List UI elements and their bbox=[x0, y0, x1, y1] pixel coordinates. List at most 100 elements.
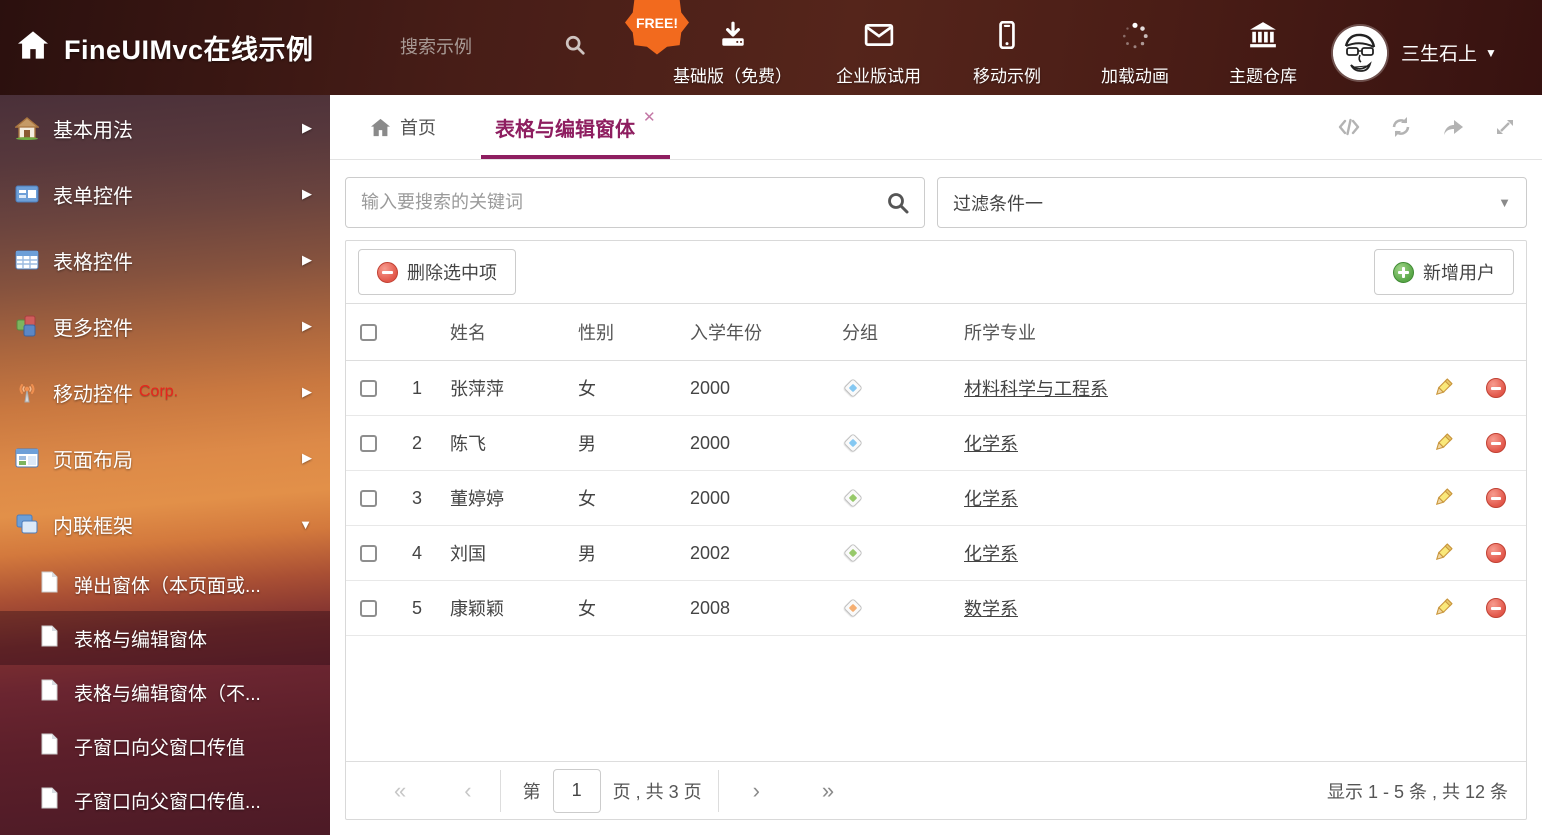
refresh-icon[interactable] bbox=[1388, 114, 1414, 140]
cell-gender: 男 bbox=[568, 540, 680, 566]
major-link[interactable]: 材料科学与工程系 bbox=[964, 379, 1108, 399]
delete-row-button[interactable] bbox=[1466, 488, 1526, 508]
cell-name: 张萍萍 bbox=[440, 375, 568, 401]
row-checkbox[interactable] bbox=[360, 380, 377, 397]
row-checkbox[interactable] bbox=[360, 490, 377, 507]
code-icon[interactable] bbox=[1336, 114, 1362, 140]
row-checkbox[interactable] bbox=[360, 435, 377, 452]
minus-circle-icon bbox=[1486, 433, 1506, 453]
edit-button[interactable] bbox=[1420, 597, 1466, 619]
sidebar-subitem-grid-edit-window[interactable]: 表格与编辑窗体 bbox=[0, 611, 330, 665]
page-word-suffix: 页 , 共 3 页 bbox=[613, 778, 702, 804]
cell-gender: 女 bbox=[568, 485, 680, 511]
nav-item-enterprise-trial[interactable]: 企业版试用 bbox=[836, 9, 921, 87]
home-icon[interactable] bbox=[16, 30, 50, 65]
grid-header-row: 姓名 性别 入学年份 分组 所学专业 bbox=[346, 304, 1526, 361]
sidebar-item-label: 内联框架 bbox=[53, 510, 133, 539]
nav-label: 基础版（免费） bbox=[673, 62, 792, 87]
tab-home[interactable]: 首页 bbox=[360, 95, 446, 159]
header-search-input[interactable] bbox=[400, 37, 550, 58]
edit-button[interactable] bbox=[1420, 542, 1466, 564]
plus-circle-icon bbox=[1393, 262, 1414, 283]
edit-button[interactable] bbox=[1420, 377, 1466, 399]
sidebar-item-page-layout[interactable]: 页面布局 ▶ bbox=[0, 425, 330, 491]
user-menu[interactable]: 三生石上 ▼ bbox=[1333, 16, 1497, 80]
add-user-button[interactable]: 新增用户 bbox=[1374, 249, 1514, 295]
next-page-button[interactable]: › bbox=[747, 778, 766, 804]
sidebar-subitem-child-to-parent[interactable]: 子窗口向父窗口传值 bbox=[0, 719, 330, 773]
filter-dropdown[interactable]: 过滤条件一 ▼ bbox=[937, 177, 1527, 228]
cell-year: 2000 bbox=[680, 378, 832, 399]
tag-icon bbox=[843, 488, 863, 508]
delete-row-button[interactable] bbox=[1466, 598, 1526, 618]
page-icon bbox=[40, 679, 59, 706]
nav-label: 企业版试用 bbox=[836, 62, 921, 87]
share-icon[interactable] bbox=[1440, 114, 1466, 140]
sidebar-subitem-child-to-parent-alt[interactable]: 子窗口向父窗口传值... bbox=[0, 773, 330, 827]
tab-actions bbox=[1336, 95, 1542, 159]
tab-grid-edit-window[interactable]: 表格与编辑窗体 ✕ bbox=[481, 95, 670, 159]
sidebar: 基本用法 ▶ 表单控件 ▶ 表格控件 ▶ 更多控件 ▶ bbox=[0, 95, 330, 835]
table-row: 2 陈飞 男 2000 化学系 bbox=[346, 416, 1526, 471]
delete-row-button[interactable] bbox=[1466, 433, 1526, 453]
sidebar-item-label: 表单控件 bbox=[53, 180, 133, 209]
search-icon[interactable] bbox=[886, 191, 910, 220]
nav-item-loading-animations[interactable]: 加载动画 bbox=[1093, 9, 1177, 87]
sidebar-item-mobile-controls[interactable]: 移动控件 Corp. ▶ bbox=[0, 359, 330, 425]
form-icon bbox=[15, 182, 39, 206]
table-row: 5 康颖颖 女 2008 数学系 bbox=[346, 581, 1526, 636]
expand-icon[interactable] bbox=[1492, 114, 1518, 140]
sidebar-item-inline-frame[interactable]: 内联框架 ▼ bbox=[0, 491, 330, 557]
cell-gender: 女 bbox=[568, 595, 680, 621]
row-checkbox[interactable] bbox=[360, 545, 377, 562]
nav-item-mobile-demo[interactable]: 移动示例 bbox=[965, 9, 1049, 87]
sidebar-item-basic-usage[interactable]: 基本用法 ▶ bbox=[0, 95, 330, 161]
sidebar-item-grid-controls[interactable]: 表格控件 ▶ bbox=[0, 227, 330, 293]
major-link[interactable]: 数学系 bbox=[964, 599, 1018, 619]
main-content: 首页 表格与编辑窗体 ✕ bbox=[330, 95, 1542, 835]
cell-name: 康颖颖 bbox=[440, 595, 568, 621]
edit-button[interactable] bbox=[1420, 487, 1466, 509]
select-all-checkbox[interactable] bbox=[360, 324, 377, 341]
page-number-input[interactable] bbox=[553, 769, 601, 813]
nav-label: 移动示例 bbox=[973, 62, 1041, 87]
tab-active-label: 表格与编辑窗体 bbox=[495, 113, 635, 142]
col-group: 分组 bbox=[832, 319, 954, 345]
sidebar-item-more-controls[interactable]: 更多控件 ▶ bbox=[0, 293, 330, 359]
prev-page-button[interactable]: ‹ bbox=[458, 778, 477, 804]
minus-circle-icon bbox=[377, 262, 398, 283]
sidebar-item-form-controls[interactable]: 表单控件 ▶ bbox=[0, 161, 330, 227]
last-page-button[interactable]: » bbox=[816, 778, 840, 804]
table-row: 4 刘国 男 2002 化学系 bbox=[346, 526, 1526, 581]
row-checkbox[interactable] bbox=[360, 600, 377, 617]
cell-year: 2002 bbox=[680, 543, 832, 564]
close-icon[interactable]: ✕ bbox=[643, 108, 656, 126]
envelope-icon bbox=[864, 21, 894, 54]
delete-row-button[interactable] bbox=[1466, 378, 1526, 398]
chevron-right-icon: ▶ bbox=[302, 120, 312, 136]
chevron-right-icon: ▶ bbox=[302, 186, 312, 202]
nav-item-theme-repo[interactable]: 主题仓库 bbox=[1221, 9, 1305, 87]
search-icon[interactable] bbox=[550, 34, 586, 61]
tag-icon bbox=[843, 433, 863, 453]
delete-row-button[interactable] bbox=[1466, 543, 1526, 563]
tag-icon bbox=[843, 598, 863, 618]
first-page-button[interactable]: « bbox=[388, 778, 412, 804]
sidebar-subitem-grid-edit-window-alt[interactable]: 表格与编辑窗体（不... bbox=[0, 665, 330, 719]
delete-selected-button[interactable]: 删除选中项 bbox=[358, 249, 516, 295]
page-icon bbox=[40, 571, 59, 598]
add-user-label: 新增用户 bbox=[1423, 259, 1495, 285]
row-number: 2 bbox=[394, 433, 440, 454]
nav-item-basic-free[interactable]: FREE! 基础版（免费） bbox=[673, 9, 792, 87]
data-grid: 姓名 性别 入学年份 分组 所学专业 1 张萍萍 女 2000 材料科学与工程系 bbox=[346, 304, 1526, 636]
edit-button[interactable] bbox=[1420, 432, 1466, 454]
major-link[interactable]: 化学系 bbox=[964, 489, 1018, 509]
major-link[interactable]: 化学系 bbox=[964, 544, 1018, 564]
sidebar-subitem-label: 子窗口向父窗口传值 bbox=[74, 733, 245, 760]
keyword-search-input[interactable] bbox=[346, 178, 924, 227]
major-link[interactable]: 化学系 bbox=[964, 434, 1018, 454]
pagination-bar: « ‹ 第 页 , 共 3 页 › » 显示 1 - 5 条 , 共 12 条 bbox=[346, 761, 1526, 819]
cell-name: 陈飞 bbox=[440, 430, 568, 456]
sidebar-subitem-popup-window[interactable]: 弹出窗体（本页面或... bbox=[0, 557, 330, 611]
col-gender: 性别 bbox=[568, 319, 680, 345]
